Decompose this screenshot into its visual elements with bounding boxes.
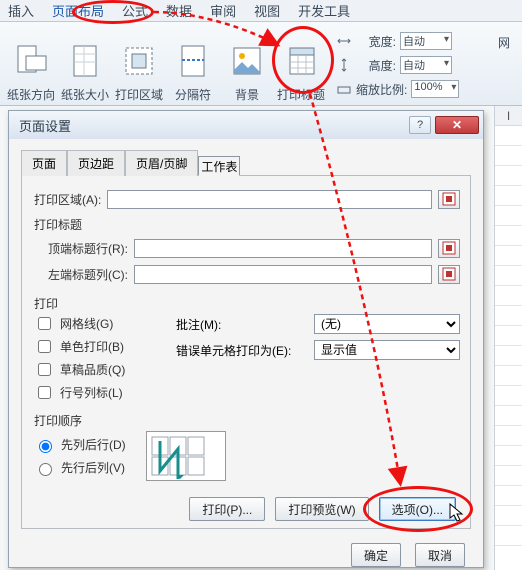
print-preview-button[interactable]: 打印预览(W) [275, 497, 368, 521]
print-area-label: 打印区域(A): [34, 191, 101, 208]
print-area-button[interactable]: 打印区域 [112, 26, 166, 103]
errors-label: 错误单元格打印为(E): [176, 342, 306, 359]
gridlines-group-partial: 网 [498, 26, 518, 103]
dialog-close-button[interactable]: ✕ [435, 116, 479, 134]
scale-icon [336, 81, 352, 97]
breaks-button[interactable]: 分隔符 [166, 26, 220, 103]
page-setup-dialog: 页面设置 ? ✕ 页面 页边距 页眉/页脚 工作表 打印区域(A): 打印标题 … [8, 110, 484, 568]
print-area-icon [116, 38, 162, 84]
print-area-range-button[interactable] [438, 190, 460, 209]
errors-select[interactable]: 显示值 [314, 340, 460, 360]
top-title-input[interactable] [134, 239, 432, 258]
background-button[interactable]: 背景 [220, 26, 274, 103]
ok-button[interactable]: 确定 [351, 543, 401, 567]
height-label: 高度: [356, 57, 396, 74]
background-icon [224, 38, 270, 84]
breaks-label: 分隔符 [175, 86, 211, 103]
top-title-label: 顶端标题行(R): [34, 240, 128, 257]
print-options-section: 打印 [34, 295, 460, 312]
tab-developer[interactable]: 开发工具 [298, 1, 350, 20]
print-titles-label: 打印标题 [277, 86, 325, 103]
worksheet-column: I [494, 106, 522, 570]
cancel-button[interactable]: 取消 [415, 543, 465, 567]
tab-data[interactable]: 数据 [166, 1, 192, 20]
print-order-section: 打印顺序 [34, 412, 460, 429]
print-area-input[interactable] [107, 190, 432, 209]
dialog-tabstrip: 页面 页边距 页眉/页脚 工作表 [9, 149, 483, 175]
comments-label: 批注(M): [176, 316, 306, 333]
size-icon [62, 38, 108, 84]
breaks-icon [170, 38, 216, 84]
chk-gridlines[interactable]: 网格线(G) [34, 314, 164, 333]
options-button[interactable]: 选项(O)... [379, 497, 456, 521]
size-button[interactable]: 纸张大小 [58, 26, 112, 103]
print-titles-button[interactable]: 打印标题 [274, 26, 328, 103]
tab-margins[interactable]: 页边距 [67, 150, 125, 176]
height-select[interactable]: 自动 [400, 56, 452, 74]
chk-draft[interactable]: 草稿品质(Q) [34, 360, 164, 379]
tab-formulas[interactable]: 公式 [122, 1, 148, 20]
column-header[interactable]: I [495, 106, 522, 126]
width-icon [336, 33, 352, 49]
radio-down-over[interactable]: 先列后行(D) [34, 436, 126, 453]
print-titles-section: 打印标题 [34, 216, 460, 233]
left-title-input[interactable] [134, 265, 432, 284]
background-label: 背景 [235, 86, 259, 103]
dialog-title-text: 页面设置 [19, 116, 71, 135]
orientation-icon [8, 38, 54, 84]
print-button[interactable]: 打印(P)... [189, 497, 265, 521]
tab-review[interactable]: 审阅 [210, 1, 236, 20]
height-icon [336, 57, 352, 73]
chk-mono[interactable]: 单色打印(B) [34, 337, 164, 356]
orientation-button[interactable]: 纸张方向 [4, 26, 58, 103]
dialog-titlebar: 页面设置 ? ✕ [9, 111, 483, 139]
print-area-label: 打印区域 [115, 86, 163, 103]
tab-page-layout[interactable]: 页面布局 [52, 1, 104, 20]
cursor-icon [448, 502, 468, 524]
left-title-label: 左端标题列(C): [34, 266, 128, 283]
left-title-range-button[interactable] [438, 265, 460, 284]
comments-select[interactable]: (无) [314, 314, 460, 334]
width-label: 宽度: [356, 33, 396, 50]
orientation-label: 纸张方向 [7, 86, 55, 103]
tab-sheet[interactable]: 工作表 [198, 156, 240, 176]
tab-page[interactable]: 页面 [21, 150, 67, 176]
size-label: 纸张大小 [61, 86, 109, 103]
scale-select[interactable]: 100% [411, 80, 459, 98]
scale-to-fit-group: 宽度: 自动 高度: 自动 缩放比例: 100% [328, 26, 498, 103]
radio-over-down[interactable]: 先行后列(V) [34, 459, 126, 476]
dialog-body: 打印区域(A): 打印标题 顶端标题行(R): 左端标题列(C): 打印 网格线… [21, 175, 471, 529]
chk-rowcol[interactable]: 行号列标(L) [34, 383, 164, 402]
print-titles-icon [278, 38, 324, 84]
width-select[interactable]: 自动 [400, 32, 452, 50]
ribbon-body: 纸张方向 纸张大小 打印区域 分隔符 背景 打印标题 宽度: 自动 [0, 22, 522, 106]
print-order-preview-icon [146, 431, 226, 481]
tab-insert[interactable]: 插入 [8, 1, 34, 20]
top-title-range-button[interactable] [438, 239, 460, 258]
tab-view[interactable]: 视图 [254, 1, 280, 20]
ribbon-tab-strip: 插入 页面布局 公式 数据 审阅 视图 开发工具 [0, 0, 522, 22]
scale-label: 缩放比例: [356, 81, 407, 98]
dialog-help-button[interactable]: ? [409, 116, 431, 134]
tab-header-footer[interactable]: 页眉/页脚 [125, 150, 198, 176]
